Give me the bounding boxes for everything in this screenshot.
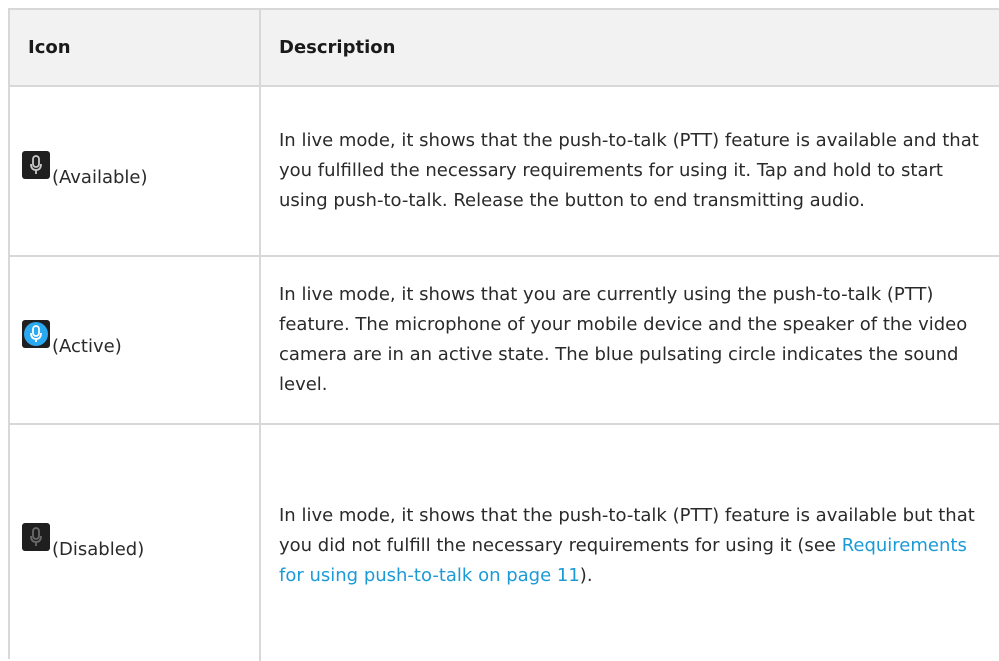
ptt-icon-table: Icon Description (Available) In live mod… [8, 8, 999, 661]
icon-cell: (Disabled) [10, 425, 261, 661]
description-text-after-link: ). [579, 565, 593, 586]
icon-with-label: (Available) [22, 151, 148, 188]
icon-column-header: Icon [10, 10, 261, 85]
microphone-available-icon [22, 151, 50, 179]
table-header-row: Icon Description [10, 10, 999, 87]
description-column-header: Description [279, 37, 396, 58]
table-row: (Disabled) In live mode, it shows that t… [10, 425, 999, 661]
icon-with-label: (Disabled) [22, 523, 144, 560]
description-text: In live mode, it shows that the push-to-… [279, 130, 979, 211]
icon-label: (Disabled) [52, 539, 145, 560]
icon-with-label: (Active) [22, 320, 122, 357]
icon-cell: (Active) [10, 257, 261, 423]
description-text: In live mode, it shows that you are curr… [279, 284, 968, 395]
description-cell: In live mode, it shows that you are curr… [261, 257, 999, 423]
description-cell: In live mode, it shows that the push-to-… [261, 87, 999, 255]
microphone-disabled-icon [22, 523, 50, 551]
microphone-active-icon [22, 320, 50, 348]
description-cell: In live mode, it shows that the push-to-… [261, 425, 999, 661]
description-text: In live mode, it shows that the push-to-… [279, 501, 979, 591]
table-row: (Active) In live mode, it shows that you… [10, 257, 999, 425]
table-row: (Available) In live mode, it shows that … [10, 87, 999, 257]
icon-label: (Active) [52, 336, 122, 357]
icon-label: (Available) [52, 167, 148, 188]
icon-cell: (Available) [10, 87, 261, 255]
